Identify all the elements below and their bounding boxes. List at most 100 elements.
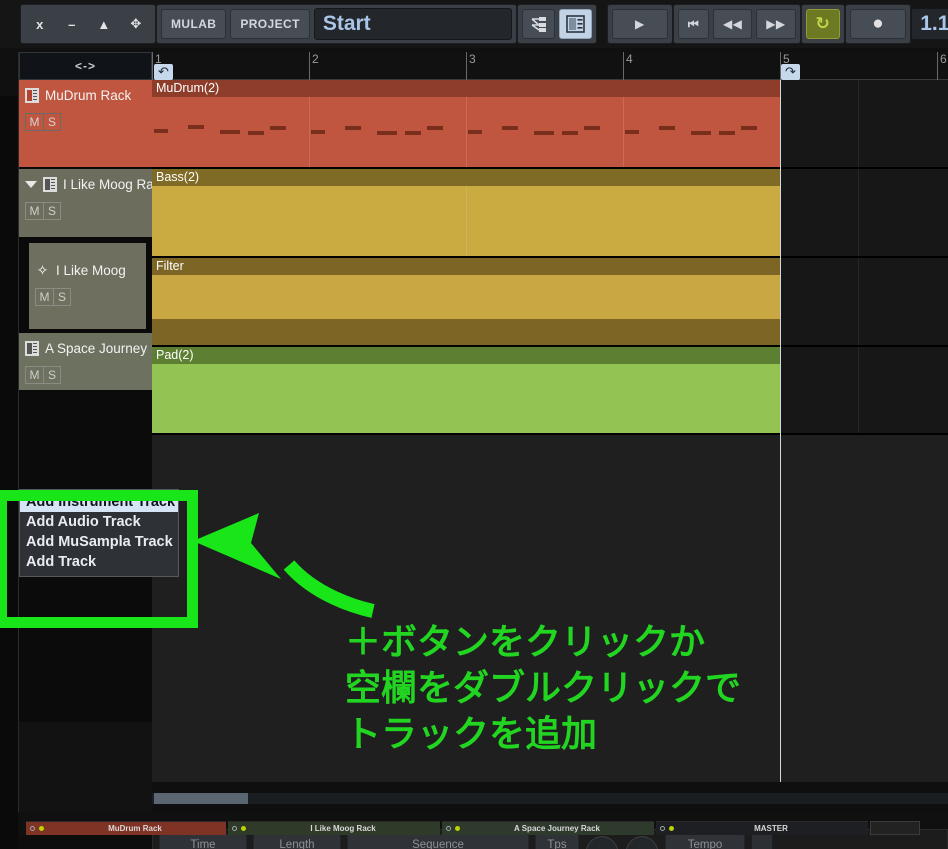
activity-led-icon bbox=[669, 826, 674, 831]
menu-item-add-audio-track[interactable]: Add Audio Track bbox=[20, 512, 178, 532]
annotation-line-1: ＋ボタンをクリックか bbox=[345, 622, 706, 663]
knob-2[interactable] bbox=[625, 836, 659, 849]
solo-button[interactable]: S bbox=[43, 202, 61, 220]
clip-note-area bbox=[152, 364, 780, 433]
play-button[interactable]: ▶ bbox=[611, 9, 668, 39]
track-lane-mudrum[interactable]: MuDrum(2) bbox=[152, 80, 948, 169]
time-label: Time bbox=[190, 839, 216, 849]
close-icon[interactable]: x bbox=[29, 9, 51, 39]
annotation-text: ＋ボタンをクリックか 空欄をダブルクリックで トラックを追加 bbox=[345, 620, 905, 758]
solo-button[interactable]: S bbox=[43, 366, 61, 384]
mute-solo-group: M S bbox=[25, 113, 146, 131]
clip-note-area bbox=[152, 97, 780, 167]
scrollbar-thumb[interactable] bbox=[154, 793, 248, 804]
length-field[interactable]: Length ◀ ▶ bbox=[253, 834, 341, 849]
power-icon[interactable] bbox=[30, 826, 35, 831]
mixer-channel-mudrum-rack[interactable]: MuDrum Rack bbox=[26, 821, 226, 835]
move-icon[interactable]: ✥ bbox=[125, 9, 147, 39]
loop-end-marker[interactable]: ↷ bbox=[781, 64, 800, 80]
knob-1[interactable] bbox=[585, 836, 619, 849]
transport-nav-group: ⏮ ◀◀ ▶▶ bbox=[672, 4, 801, 44]
mute-solo-group: M S bbox=[25, 366, 146, 384]
track-lane-pad[interactable]: Pad(2) bbox=[152, 347, 948, 435]
project-name-field[interactable]: Start bbox=[313, 8, 512, 40]
track-lane-bass[interactable]: Bass(2) bbox=[152, 169, 948, 258]
move-handle-icon[interactable]: ✧ bbox=[35, 263, 50, 278]
clip-note-area bbox=[152, 275, 780, 345]
track-header-i-like-moog-rack[interactable]: I Like Moog Ra M S bbox=[19, 169, 152, 239]
main-area: <-> MuDrum Rack M S I Like Moog Ra M S ✧… bbox=[0, 48, 948, 849]
record-button[interactable]: ● bbox=[850, 9, 907, 39]
clip-bass[interactable]: Bass(2) bbox=[152, 169, 780, 256]
mulab-menu-button[interactable]: MULAB bbox=[161, 9, 227, 39]
mixer-view-icon[interactable] bbox=[558, 9, 592, 39]
time-field[interactable]: Time ◀ ▶ bbox=[159, 834, 247, 849]
rack-icon bbox=[25, 88, 39, 103]
mute-button[interactable]: M bbox=[25, 366, 43, 384]
power-icon[interactable] bbox=[232, 826, 237, 831]
go-to-start-button[interactable]: ⏮ bbox=[677, 9, 710, 39]
menu-item-add-musampla-track[interactable]: Add MuSampla Track bbox=[20, 532, 178, 552]
track-name-label: MuDrum Rack bbox=[45, 88, 132, 103]
tempo-label: Tempo bbox=[687, 839, 723, 849]
maximize-icon[interactable]: ▲ bbox=[93, 9, 115, 39]
mixer-strip: MuDrum Rack I Like Moog Rack A Space Jou… bbox=[0, 821, 948, 835]
loop-start-marker[interactable]: ↶ bbox=[154, 64, 173, 80]
track-width-resize-button[interactable]: <-> bbox=[19, 52, 152, 80]
sequence-field[interactable]: Sequence ⚙ bbox=[347, 834, 529, 849]
length-label: Length bbox=[279, 839, 315, 849]
solo-button[interactable]: S bbox=[43, 113, 61, 131]
tps-field[interactable]: Tps bbox=[535, 834, 579, 849]
tempo-field[interactable]: Tempo bbox=[665, 834, 745, 849]
metronome-button[interactable]: M bbox=[751, 833, 773, 849]
mixer-channel-i-like-moog-rack[interactable]: I Like Moog Rack bbox=[228, 821, 440, 835]
loop-group: ↻ bbox=[800, 4, 846, 44]
mixer-add-channel-slot[interactable] bbox=[870, 821, 920, 835]
activity-led-icon bbox=[39, 826, 44, 831]
mixer-channel-master[interactable]: MASTER bbox=[656, 821, 868, 835]
routing-icon[interactable] bbox=[521, 9, 555, 39]
rack-icon bbox=[25, 341, 39, 356]
mixer-channel-a-space-journey-rack[interactable]: A Space Journey Rack bbox=[442, 821, 654, 835]
clip-pad[interactable]: Pad(2) bbox=[152, 347, 780, 433]
horizontal-scrollbar[interactable] bbox=[152, 793, 948, 804]
track-name-label: A Space Journey R bbox=[45, 341, 152, 356]
subtrack-wrapper: ✧ I Like Moog M S bbox=[19, 239, 152, 333]
track-name-label: I Like Moog Ra bbox=[63, 177, 152, 192]
menu-item-add-track[interactable]: Add Track bbox=[20, 552, 178, 572]
ruler-bar-number: 6 bbox=[940, 52, 947, 66]
loop-toggle-button[interactable]: ↻ bbox=[805, 9, 841, 39]
mute-button[interactable]: M bbox=[25, 202, 43, 220]
chevron-down-icon[interactable] bbox=[25, 181, 37, 188]
clip-mudrum[interactable]: MuDrum(2) bbox=[152, 80, 780, 167]
rack-icon bbox=[43, 177, 57, 192]
minimize-icon[interactable]: – bbox=[61, 9, 83, 39]
track-lane-filter[interactable]: Filter bbox=[152, 258, 948, 347]
clip-note-area bbox=[152, 186, 780, 256]
mute-button[interactable]: M bbox=[35, 288, 53, 306]
activity-led-icon bbox=[455, 826, 460, 831]
mute-button[interactable]: M bbox=[25, 113, 43, 131]
rewind-button[interactable]: ◀◀ bbox=[713, 9, 753, 39]
ruler-bar-number: 2 bbox=[312, 52, 319, 66]
timeline-ruler[interactable]: 1 2 3 4 5 6 ↶ ↷ bbox=[152, 52, 948, 80]
clip-title: Filter bbox=[152, 258, 780, 275]
track-header-mudrum-rack[interactable]: MuDrum Rack M S bbox=[19, 80, 152, 169]
clip-filter[interactable]: Filter bbox=[152, 258, 780, 345]
clip-title: Bass(2) bbox=[152, 169, 780, 186]
project-menu-button[interactable]: PROJECT bbox=[230, 9, 310, 39]
track-header-a-space-journey-rack[interactable]: A Space Journey R M S bbox=[19, 333, 152, 392]
track-header-title-row: I Like Moog Ra bbox=[25, 177, 152, 192]
main-toolbar: x – ▲ ✥ MULAB PROJECT Start ▶ ⏮ ◀◀ ▶▶ ↻ … bbox=[0, 0, 948, 48]
solo-button[interactable]: S bbox=[53, 288, 71, 306]
position-display[interactable]: 1.1.0 bbox=[911, 8, 948, 40]
filter-automation-band bbox=[152, 319, 780, 345]
mute-solo-group: M S bbox=[35, 288, 140, 306]
track-header-i-like-moog[interactable]: ✧ I Like Moog M S bbox=[27, 241, 148, 331]
menu-item-add-instrument-track[interactable]: Add Instrument Track bbox=[20, 492, 178, 512]
power-icon[interactable] bbox=[446, 826, 451, 831]
tps-label: Tps bbox=[547, 839, 567, 849]
power-icon[interactable] bbox=[660, 826, 665, 831]
fast-forward-button[interactable]: ▶▶ bbox=[756, 9, 796, 39]
view-group bbox=[516, 4, 597, 44]
